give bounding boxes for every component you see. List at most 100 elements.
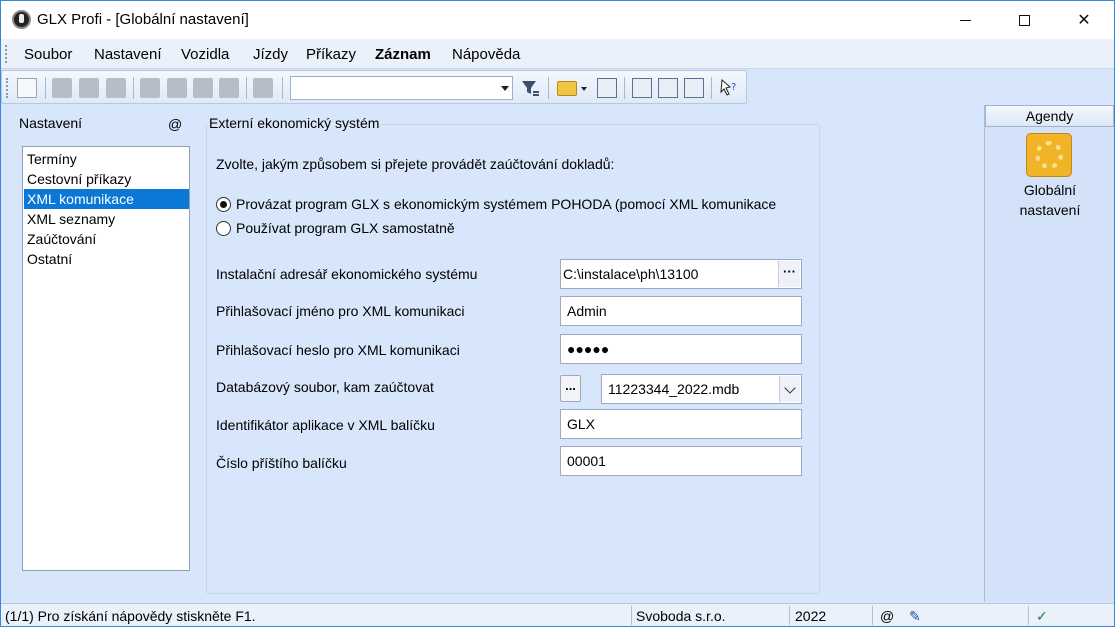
toolbar-separator — [133, 77, 134, 99]
next-packet-field[interactable]: 00001 — [560, 446, 802, 476]
toolbar-separator — [548, 77, 549, 99]
toolbar-separator — [45, 77, 46, 99]
message-icon[interactable] — [632, 78, 652, 98]
exit-icon[interactable] — [17, 78, 37, 98]
minimize-icon — [959, 19, 971, 21]
menu-vozidla[interactable]: Vozidla — [181, 46, 229, 63]
app-icon[interactable] — [12, 10, 31, 29]
edit-record-icon[interactable] — [167, 78, 187, 98]
new-record-icon[interactable] — [140, 78, 160, 98]
status-company: Svoboda s.r.o. — [636, 608, 726, 624]
main-content: Externí ekonomický systém Zvolte, jakým … — [202, 105, 979, 602]
gear-icon — [1035, 141, 1063, 169]
group-title: Externí ekonomický systém — [207, 115, 382, 131]
menu-nastaveni[interactable]: Nastavení — [94, 46, 162, 63]
list-icon[interactable] — [658, 78, 678, 98]
filter-icon[interactable] — [520, 78, 540, 98]
app-id-field[interactable]: GLX — [560, 409, 802, 439]
chevron-down-icon — [501, 86, 509, 91]
filter-combobox[interactable] — [290, 76, 513, 100]
svg-text:?: ? — [731, 82, 736, 93]
calculator-icon[interactable] — [597, 78, 617, 98]
maximize-icon — [1018, 14, 1030, 26]
copy-record-icon[interactable] — [52, 78, 72, 98]
ellipsis-icon: ··· — [783, 264, 796, 279]
agendas-header[interactable]: Agendy — [985, 105, 1114, 127]
settings-item-xml-komunikace[interactable]: XML komunikace — [24, 189, 189, 209]
global-settings-label-line1: Globální — [1023, 182, 1077, 198]
global-settings-icon[interactable] — [1026, 133, 1072, 177]
preview-icon[interactable] — [106, 78, 126, 98]
save-icon[interactable] — [193, 78, 213, 98]
close-button[interactable]: ✕ — [1061, 1, 1107, 39]
menu-soubor[interactable]: Soubor — [24, 46, 72, 63]
settings-item-zauctovani[interactable]: Zaúčtování — [24, 229, 189, 249]
prompt-text: Zvolte, jakým způsobem si přejete provád… — [216, 156, 615, 172]
install-dir-label: Instalační adresář ekonomického systému — [216, 266, 478, 282]
save-as-icon[interactable] — [219, 78, 239, 98]
title-bar: GLX Profi - [Globální nastavení] ✕ — [1, 1, 1114, 39]
db-file-select[interactable]: 11223344_2022.mdb — [601, 374, 802, 404]
radio-link-pohoda-label: Provázat program GLX s ekonomickým systé… — [236, 196, 777, 212]
settings-item-terminy[interactable]: Termíny — [24, 149, 189, 169]
settings-list[interactable]: Termíny Cestovní příkazy XML komunikace … — [22, 146, 190, 571]
radio-standalone-dot[interactable] — [216, 221, 231, 236]
app-id-value: GLX — [567, 416, 596, 432]
minimize-button[interactable] — [942, 1, 988, 39]
next-packet-value: 00001 — [567, 453, 606, 469]
print-icon[interactable] — [79, 78, 99, 98]
chevron-down-icon — [784, 382, 796, 394]
db-file-dropdown-button[interactable] — [779, 376, 800, 402]
login-field[interactable]: Admin — [560, 296, 802, 326]
radio-link-pohoda-dot[interactable] — [216, 197, 231, 212]
status-separator — [872, 606, 873, 625]
radio-standalone[interactable]: Používat program GLX samostatně — [216, 220, 836, 238]
status-year: 2022 — [795, 608, 827, 624]
duplicate-icon[interactable] — [253, 78, 273, 98]
global-settings-label-line2: nastavení — [1019, 202, 1081, 218]
status-at-icon[interactable]: @ — [880, 608, 894, 624]
status-check-icon[interactable]: ✓ — [1036, 608, 1048, 625]
radio-link-pohoda[interactable]: Provázat program GLX s ekonomickým systé… — [216, 196, 836, 214]
install-dir-browse-button[interactable]: ··· — [778, 261, 800, 287]
db-browse-button[interactable]: ... — [560, 375, 581, 402]
at-icon[interactable]: @ — [168, 116, 182, 132]
status-bar: (1/1) Pro získání nápovědy stiskněte F1.… — [1, 603, 1114, 626]
install-dir-field[interactable]: C:\instalace\ph\13100 ··· — [560, 259, 802, 289]
help-icon[interactable]: ? — [719, 78, 739, 98]
status-edit-icon[interactable]: ✎ — [909, 608, 921, 625]
folder-icon[interactable] — [557, 81, 577, 96]
toolbar: ? — [1, 70, 747, 104]
menu-napoveda[interactable]: Nápověda — [452, 46, 520, 63]
maximize-button[interactable] — [1001, 1, 1047, 39]
app-window: GLX Profi - [Globální nastavení] ✕ Soubo… — [0, 0, 1115, 627]
login-value: Admin — [567, 303, 607, 319]
global-settings-agenda[interactable]: Globální nastavení — [985, 180, 1114, 220]
menu-zaznam[interactable]: Záznam — [375, 46, 431, 63]
chevron-down-icon[interactable] — [579, 78, 589, 98]
window-title: GLX Profi - [Globální nastavení] — [37, 11, 249, 28]
install-dir-value: C:\instalace\ph\13100 — [563, 266, 699, 282]
settings-item-ostatni[interactable]: Ostatní — [24, 249, 189, 269]
menu-grip[interactable] — [5, 45, 8, 63]
status-separator — [789, 606, 790, 625]
settings-panel: Nastavení @ Termíny Cestovní příkazy XML… — [1, 105, 201, 602]
toolbar-separator — [246, 77, 247, 99]
settings-panel-title: Nastavení — [19, 115, 83, 131]
settings-item-xml-seznamy[interactable]: XML seznamy — [24, 209, 189, 229]
toolbar-grip[interactable] — [6, 78, 9, 98]
db-file-value: 11223344_2022.mdb — [608, 381, 740, 397]
db-browse-label: ... — [565, 378, 576, 393]
menu-jizdy[interactable]: Jízdy — [253, 46, 288, 63]
report-icon[interactable] — [684, 78, 704, 98]
password-label: Přihlašovací heslo pro XML komunikaci — [216, 342, 460, 358]
status-help-text: (1/1) Pro získání nápovědy stiskněte F1. — [5, 608, 256, 624]
menu-prikazy[interactable]: Příkazy — [306, 46, 356, 63]
password-field[interactable]: ●●●●● — [560, 334, 802, 364]
password-value: ●●●●● — [567, 341, 610, 357]
menu-bar: Soubor Nastavení Vozidla Jízdy Příkazy Z… — [1, 39, 1114, 69]
app-id-label: Identifikátor aplikace v XML balíčku — [216, 417, 435, 433]
settings-item-cestovni-prikazy[interactable]: Cestovní příkazy — [24, 169, 189, 189]
next-packet-label: Číslo příštího balíčku — [216, 455, 347, 471]
db-file-label: Databázový soubor, kam zaúčtovat — [216, 379, 434, 395]
